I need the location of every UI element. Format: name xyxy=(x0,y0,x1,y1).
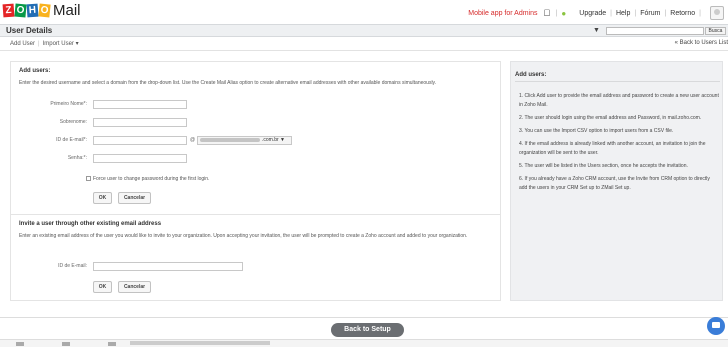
divider xyxy=(573,10,575,17)
page-title: User Details xyxy=(6,26,53,35)
help-item: 5. The user will be listed in the Users … xyxy=(519,163,688,169)
filter-icon[interactable]: ▼ xyxy=(593,27,600,34)
page-header: User Details ▼ Busca xyxy=(0,24,728,37)
top-nav: Mobile app for Admins  | ● Upgrade | He… xyxy=(468,6,724,20)
invite-user-description: Enter an existing email address of the u… xyxy=(19,233,468,239)
first-name-input[interactable] xyxy=(93,100,187,109)
back-to-users-link[interactable]: « Back to Users List xyxy=(675,40,728,46)
domain-select[interactable]: .com.br ▼ xyxy=(197,136,292,145)
add-users-description: Enter the desired username and select a … xyxy=(19,80,437,86)
zoho-mail-logo[interactable]: Z O H O Mail xyxy=(2,2,81,19)
help-link[interactable]: Help xyxy=(616,10,630,17)
chat-icon[interactable] xyxy=(707,317,725,335)
divider: | xyxy=(555,9,558,17)
add-users-heading: Add users: xyxy=(19,68,51,74)
cancel-button[interactable]: Cancelar xyxy=(118,192,151,204)
android-icon[interactable]: ● xyxy=(561,9,569,18)
invite-cancel-button[interactable]: Cancelar xyxy=(118,281,151,293)
password-label: Senha:*: xyxy=(67,155,87,161)
divider: | xyxy=(664,9,667,17)
taskbar-icon[interactable] xyxy=(62,342,70,346)
divider: | xyxy=(38,41,40,47)
email-label: ID de E-mail*: xyxy=(56,137,87,143)
help-item: 3. You can use the Import CSV option to … xyxy=(519,128,674,134)
add-user-form-panel: Add users: Enter the desired username an… xyxy=(10,61,501,301)
retorno-link[interactable]: Retorno xyxy=(670,10,695,17)
divider: | xyxy=(634,9,637,17)
help-divider xyxy=(515,81,720,82)
import-user-dropdown[interactable]: Import User ▾ xyxy=(43,41,79,47)
taskbar-icon[interactable] xyxy=(16,342,24,346)
top-bar: Z O H O Mail Mobile app for Admins  | ●… xyxy=(0,0,728,24)
last-name-input[interactable] xyxy=(93,118,187,127)
user-actions: Add User | Import User ▾ xyxy=(10,40,79,47)
help-panel: Add users: 1. Click Add user to provide … xyxy=(510,61,723,301)
apple-icon[interactable]:  xyxy=(544,8,552,18)
help-item: 6. If you already have a Zoho CRM accoun… xyxy=(519,176,710,191)
at-sign: @ xyxy=(190,137,196,143)
help-list: 1. Click Add user to provide the email a… xyxy=(519,92,719,197)
upgrade-link[interactable]: Upgrade xyxy=(579,10,606,17)
ok-button[interactable]: OK xyxy=(93,192,112,204)
force-change-checkbox[interactable] xyxy=(86,176,91,181)
domain-suffix: .com.br ▼ xyxy=(262,137,286,143)
logo-letter: O xyxy=(38,3,51,18)
section-divider xyxy=(11,214,500,215)
last-name-label: Sobrenome: xyxy=(59,119,87,125)
avatar[interactable] xyxy=(710,6,724,20)
help-item: 1. Click Add user to provide the email a… xyxy=(519,93,719,108)
invite-email-input[interactable] xyxy=(93,262,243,271)
email-input[interactable] xyxy=(93,136,187,145)
forum-link[interactable]: Fórum xyxy=(640,10,660,17)
back-to-setup-button[interactable]: Back to Setup xyxy=(331,323,404,337)
search-button[interactable]: Busca xyxy=(705,27,726,35)
divider: | xyxy=(610,9,612,17)
logo-product-name: Mail xyxy=(53,2,81,19)
taskbar-text-redacted xyxy=(130,341,270,345)
help-item: 4. If the email address is already linke… xyxy=(519,141,706,156)
invite-user-heading: Invite a user through other existing ema… xyxy=(19,221,162,227)
add-user-link[interactable]: Add User xyxy=(10,41,35,47)
invite-ok-button[interactable]: OK xyxy=(93,281,112,293)
mobile-app-link[interactable]: Mobile app for Admins xyxy=(468,10,537,17)
sub-navigation: Add User | Import User ▾ « Back to Users L… xyxy=(0,37,728,51)
logo-letter: H xyxy=(26,3,39,18)
search-input[interactable] xyxy=(606,27,704,35)
taskbar xyxy=(0,339,728,347)
taskbar-icon[interactable] xyxy=(108,342,116,346)
force-change-label: Force user to change password during the… xyxy=(93,176,210,182)
password-input[interactable] xyxy=(93,154,187,163)
help-item: 2. The user should login using the email… xyxy=(519,115,702,121)
domain-name-redacted xyxy=(200,137,260,142)
logo-letter: O xyxy=(14,3,27,18)
logo-letter: Z xyxy=(2,3,15,18)
divider: | xyxy=(699,9,701,17)
first-name-label: Primeiro Nome*: xyxy=(50,101,87,107)
invite-email-label: ID de E-mail: xyxy=(58,263,87,269)
help-heading: Add users: xyxy=(515,72,547,78)
